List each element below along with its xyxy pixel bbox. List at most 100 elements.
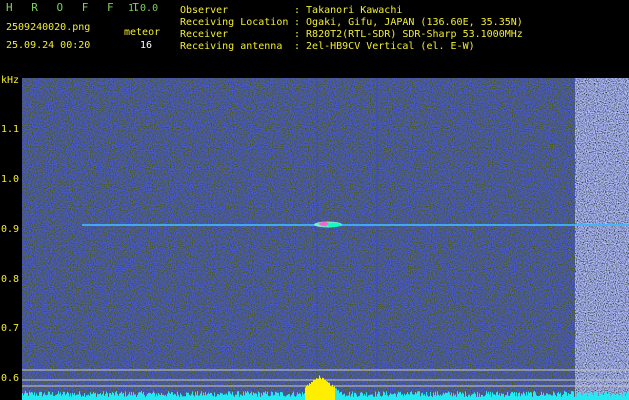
spectrum-bar: [473, 393, 474, 400]
spectrum-bar: [32, 392, 33, 400]
spectrum-bar: [597, 393, 598, 400]
spectrum-bar: [83, 396, 84, 400]
spectrum-bar: [322, 377, 323, 400]
spectrum-bar: [280, 392, 281, 400]
spectrum-bar: [63, 391, 64, 400]
spectrum-bar: [156, 393, 157, 400]
spectrum-bar: [160, 395, 161, 400]
spectrum-bar: [483, 396, 484, 400]
spectrum-bar: [275, 391, 276, 400]
spectrum-bar: [30, 392, 31, 400]
spectrum-bar: [345, 396, 346, 400]
spectrum-bar: [433, 392, 434, 400]
spectrum-bar: [56, 394, 57, 400]
spectrum-bar: [585, 392, 586, 400]
spectrum-bar: [587, 395, 588, 400]
spectrum-bar: [344, 393, 345, 400]
spectrum-bar: [173, 395, 174, 400]
noise-band-right: [575, 78, 629, 400]
spectrum-bar: [230, 393, 231, 400]
spectrum-bar: [103, 391, 104, 400]
spectrum-bar: [42, 396, 43, 400]
spectrum-bar: [313, 379, 314, 400]
spectrum-bar: [592, 394, 593, 400]
spectrum-bar: [465, 391, 466, 400]
spectrum-bar: [573, 391, 574, 400]
spectrum-bar: [492, 392, 493, 400]
spectrum-bar: [371, 394, 372, 400]
spectrum-bar: [376, 396, 377, 400]
spectrum-bar: [299, 393, 300, 400]
spectrum-bar: [556, 396, 557, 400]
spectrum-bar: [208, 392, 209, 400]
spectrum-bar: [451, 392, 452, 400]
spectrum-bar: [39, 392, 40, 400]
spectrum-bar: [168, 391, 169, 400]
spectrum-bar: [563, 394, 564, 400]
spectrum-bar: [166, 396, 167, 400]
spectrum-bar: [625, 396, 626, 400]
spectrum-bar: [198, 395, 199, 400]
spectrum-bar: [562, 395, 563, 400]
spectrum-bar: [407, 392, 408, 400]
y-tick-label: 0.9: [1, 224, 20, 235]
spectrum-bar: [118, 395, 119, 400]
spectrum-bar: [137, 395, 138, 400]
spectrum-bar: [128, 394, 129, 400]
spectrum-bar: [600, 393, 601, 400]
spectrum-bar: [50, 394, 51, 400]
spectrum-bar: [97, 393, 98, 400]
spectrum-bar: [312, 382, 313, 400]
spectrum-bar: [53, 395, 54, 400]
spectrum-bar: [623, 392, 624, 400]
spectrum-bar: [590, 391, 591, 400]
spectrum-bar: [584, 393, 585, 400]
spectrum-bar: [546, 393, 547, 400]
spectrum-bar: [90, 392, 91, 400]
spectrum-bar: [84, 392, 85, 400]
spectrum-bar: [452, 396, 453, 400]
spectrum-bar: [146, 395, 147, 400]
spectrum-bar: [410, 392, 411, 400]
spectrum-bar: [23, 395, 24, 400]
spectrum-bar: [581, 394, 582, 400]
spectrum-bar: [528, 391, 529, 400]
spectrum-bar: [28, 395, 29, 400]
spectrum-bar: [514, 391, 515, 400]
spectrum-bar: [548, 394, 549, 400]
spectrum-bar: [303, 394, 304, 400]
spectrum-bar: [572, 391, 573, 400]
spectrum-bar: [185, 396, 186, 400]
spectrum-bar: [214, 392, 215, 400]
y-axis-unit: kHz: [1, 75, 20, 86]
spectrum-bar: [526, 391, 527, 400]
spectrum-bar: [615, 396, 616, 400]
spectrum-bar: [521, 393, 522, 400]
spectrum-bar: [142, 393, 143, 400]
spectrum-bar: [86, 395, 87, 400]
spectrum-bar: [484, 396, 485, 400]
spectrum-bar: [523, 391, 524, 400]
spectrum-bar: [502, 394, 503, 400]
spectrum-bar: [68, 392, 69, 400]
spectrum-bar: [409, 394, 410, 400]
spectrum-bar: [351, 394, 352, 400]
spectrum-bar: [244, 395, 245, 400]
spectrum-bar: [184, 396, 185, 400]
spectrum-bar: [454, 395, 455, 400]
spectrum-bar: [445, 392, 446, 400]
spectrum-bar: [144, 395, 145, 400]
spectrum-bar: [394, 393, 395, 400]
spectrum-bar: [101, 395, 102, 400]
spectrum-bar: [543, 392, 544, 400]
spectrum-bar: [579, 391, 580, 400]
file-name: 2509240020.png: [6, 22, 91, 33]
spectrum-bar: [232, 391, 233, 400]
spectrum-bar: [530, 391, 531, 400]
spectrum-bar: [186, 392, 187, 400]
spectrum-bar: [141, 391, 142, 400]
spectrum-bar: [175, 394, 176, 400]
spectrum-bar: [513, 393, 514, 400]
spectrum-bar: [601, 394, 602, 400]
spectrum-bar: [500, 395, 501, 400]
